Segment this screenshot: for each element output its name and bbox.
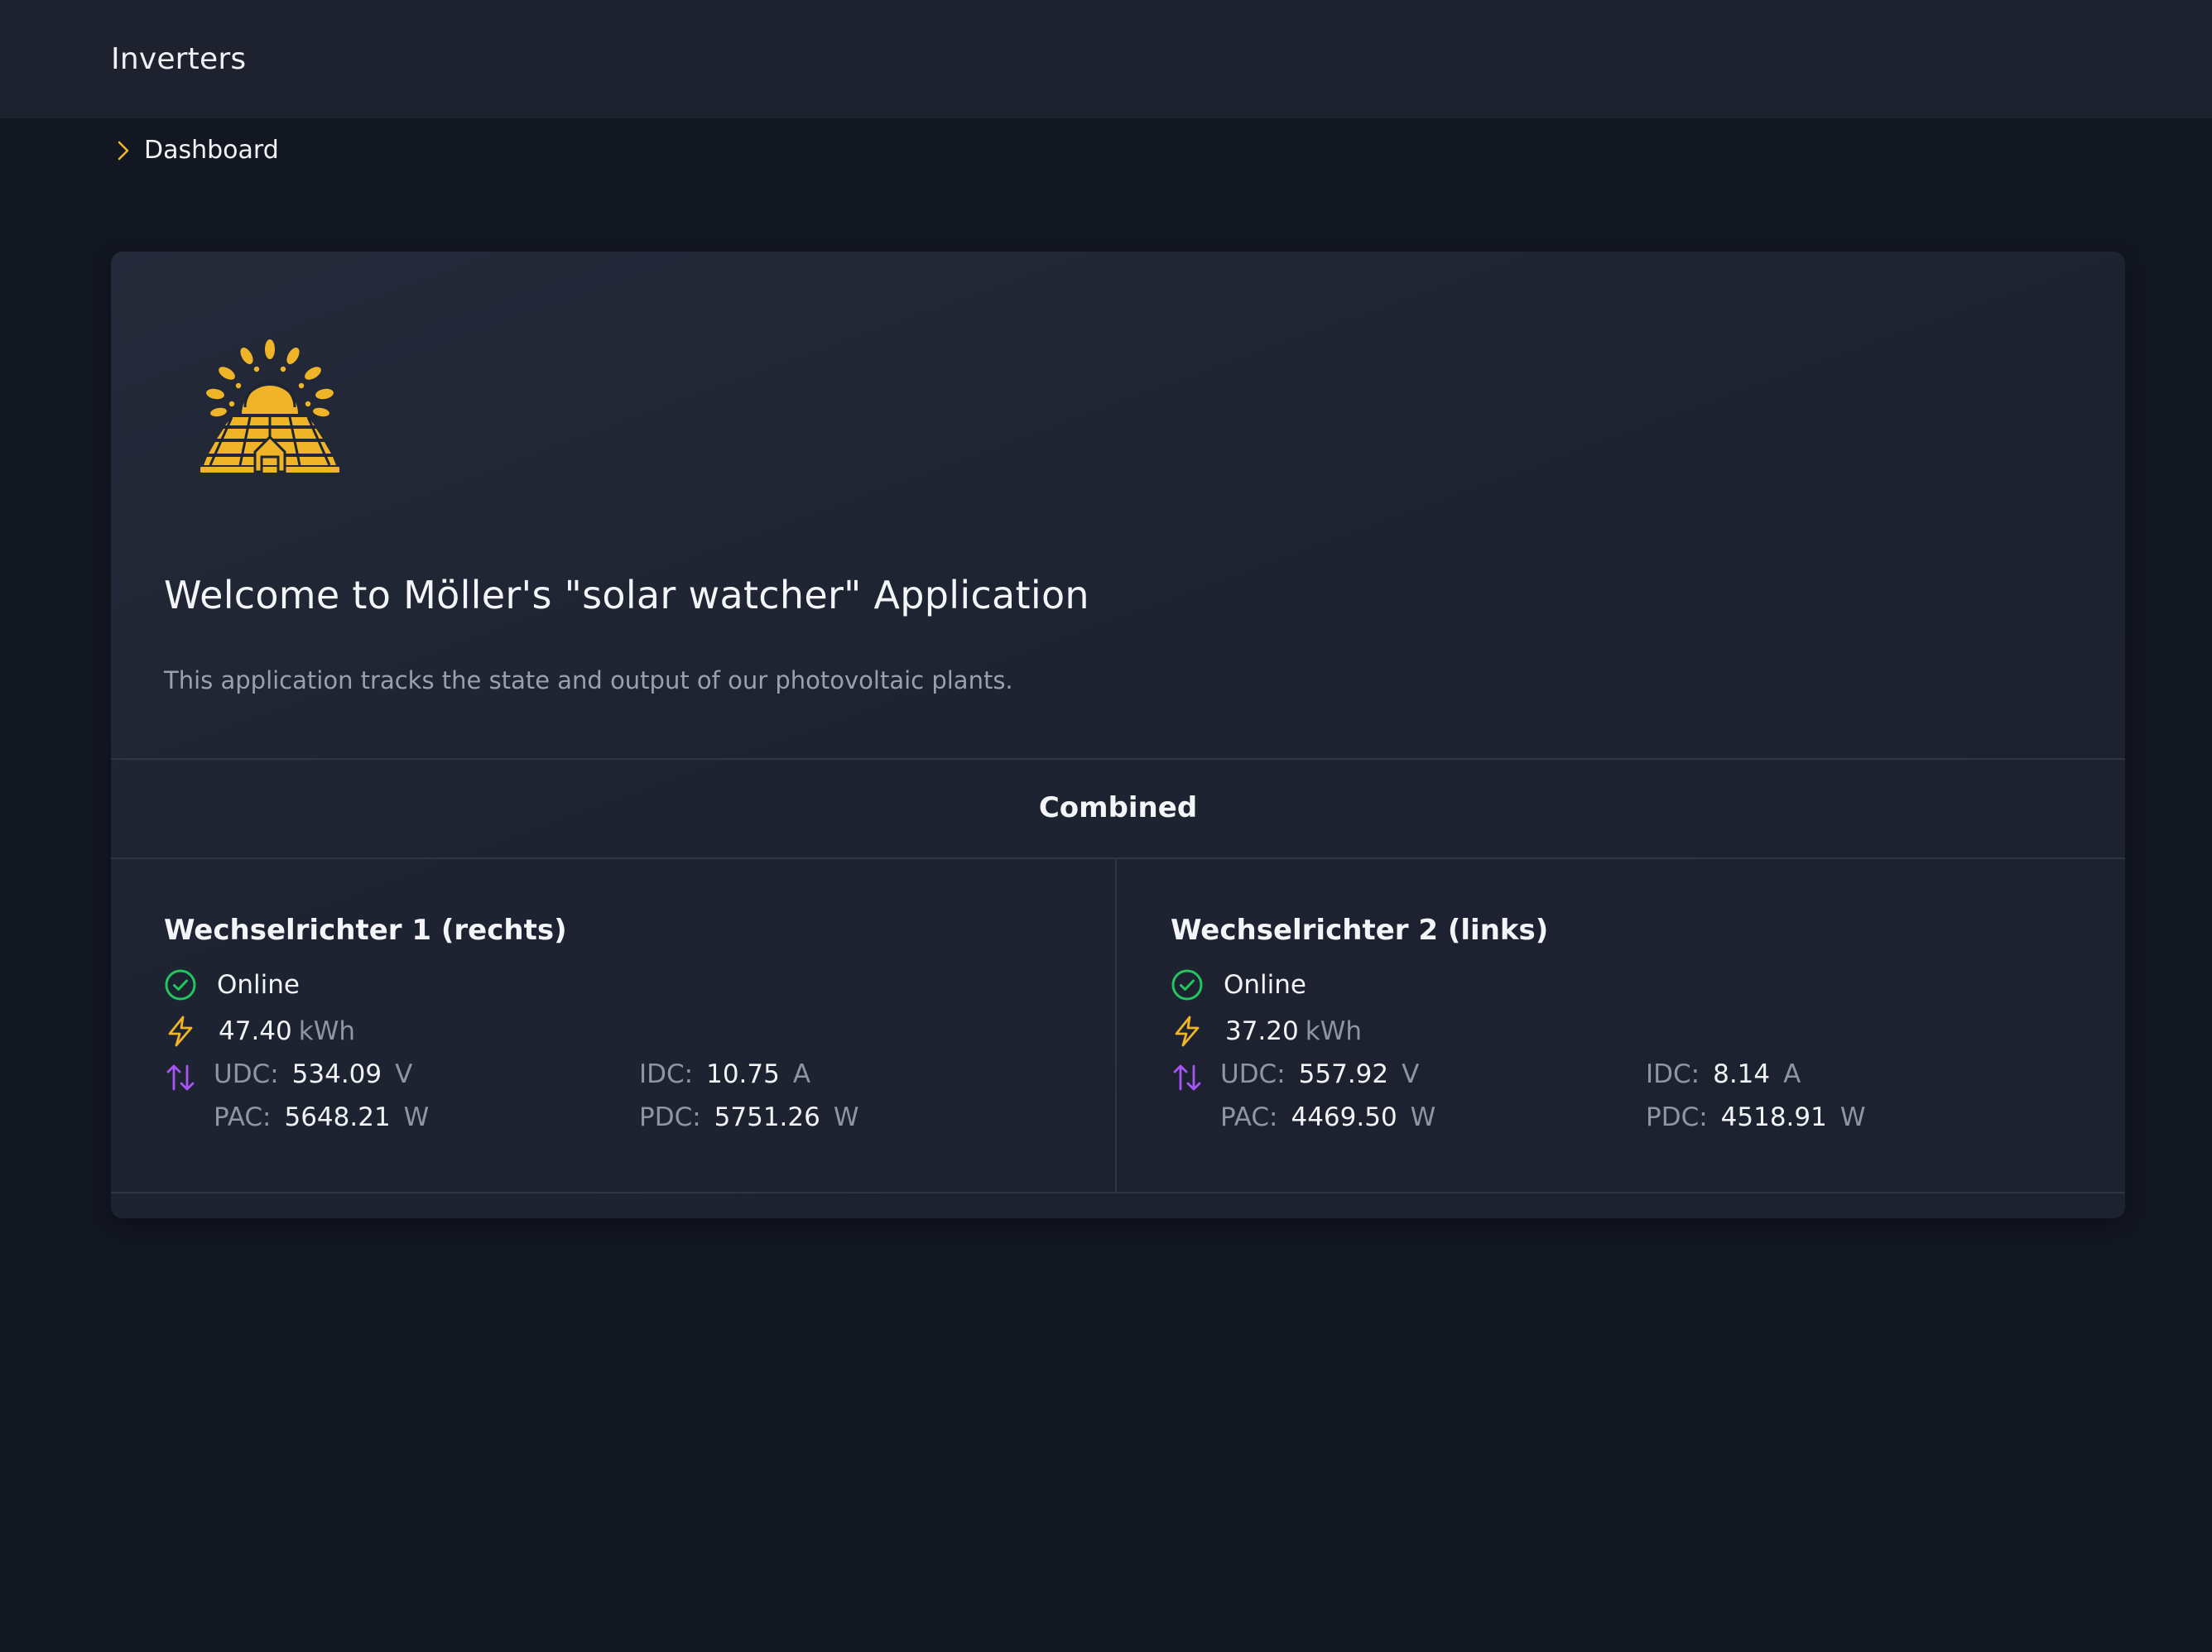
lightning-bolt-icon — [168, 1016, 193, 1047]
divider — [111, 1192, 2125, 1193]
check-circle-icon — [165, 969, 196, 1001]
app-title[interactable]: Inverters — [111, 42, 246, 76]
arrows-up-down-icon — [1173, 1064, 1201, 1091]
welcome-card: Welcome to Möller's "solar watcher" Appl… — [111, 252, 2125, 1218]
energy-value: 47.40 — [219, 1016, 292, 1046]
metric-pdc: PDC: 4518.91 W — [1646, 1102, 1866, 1132]
metrics-grid: UDC: 534.09 V IDC: 10.75 A PAC: 5648.21 … — [214, 1054, 970, 1137]
metric-pac: PAC: 5648.21 W — [214, 1102, 430, 1132]
metric-idc: IDC: 8.14 A — [1646, 1059, 1801, 1089]
inverter-name: Wechselrichter 2 (links) — [1171, 914, 1549, 947]
welcome-title: Welcome to Möller's "solar watcher" Appl… — [164, 573, 1089, 617]
energy-unit: kWh — [1305, 1016, 1363, 1046]
metrics-grid: UDC: 557.92 V IDC: 8.14 A PAC: 4469.50 W… — [1220, 1054, 1977, 1137]
welcome-description: This application tracks the state and ou… — [164, 666, 1013, 694]
combined-header: Combined — [111, 758, 2125, 857]
top-bar: Inverters — [0, 0, 2212, 118]
arrows-up-down-icon — [166, 1064, 195, 1091]
inverter-card-2: Wechselrichter 2 (links) Online 37.20 kW… — [1171, 914, 2123, 1137]
energy-row: 37.20 kWh — [1171, 1008, 2123, 1054]
energy-row: 47.40 kWh — [164, 1008, 1116, 1054]
lightning-bolt-icon — [1175, 1016, 1200, 1047]
status-text: Online — [217, 970, 300, 1000]
breadcrumb: Dashboard — [116, 136, 279, 165]
status-row: Online — [1171, 962, 2123, 1008]
metric-pdc: PDC: 5751.26 W — [639, 1102, 859, 1132]
combined-label: Combined — [1038, 791, 1198, 824]
metric-udc: UDC: 557.92 V — [1220, 1059, 1420, 1089]
metrics-block: UDC: 534.09 V IDC: 10.75 A PAC: 5648.21 … — [164, 1054, 1116, 1137]
energy-value: 37.20 — [1225, 1016, 1299, 1046]
status-row: Online — [164, 962, 1116, 1008]
inverter-card-1: Wechselrichter 1 (rechts) Online 47.40 k… — [164, 914, 1116, 1137]
chevron-right-icon — [118, 141, 129, 160]
status-text: Online — [1224, 970, 1306, 1000]
check-circle-icon — [1171, 969, 1203, 1001]
metric-udc: UDC: 534.09 V — [214, 1059, 413, 1089]
solar-panel-sun-logo — [200, 339, 339, 473]
divider — [111, 857, 2125, 859]
metric-idc: IDC: 10.75 A — [639, 1059, 811, 1089]
metrics-block: UDC: 557.92 V IDC: 8.14 A PAC: 4469.50 W… — [1171, 1054, 2123, 1137]
metric-pac: PAC: 4469.50 W — [1220, 1102, 1436, 1132]
breadcrumb-item-dashboard[interactable]: Dashboard — [144, 136, 279, 165]
energy-unit: kWh — [298, 1016, 356, 1046]
inverter-name: Wechselrichter 1 (rechts) — [164, 914, 567, 947]
